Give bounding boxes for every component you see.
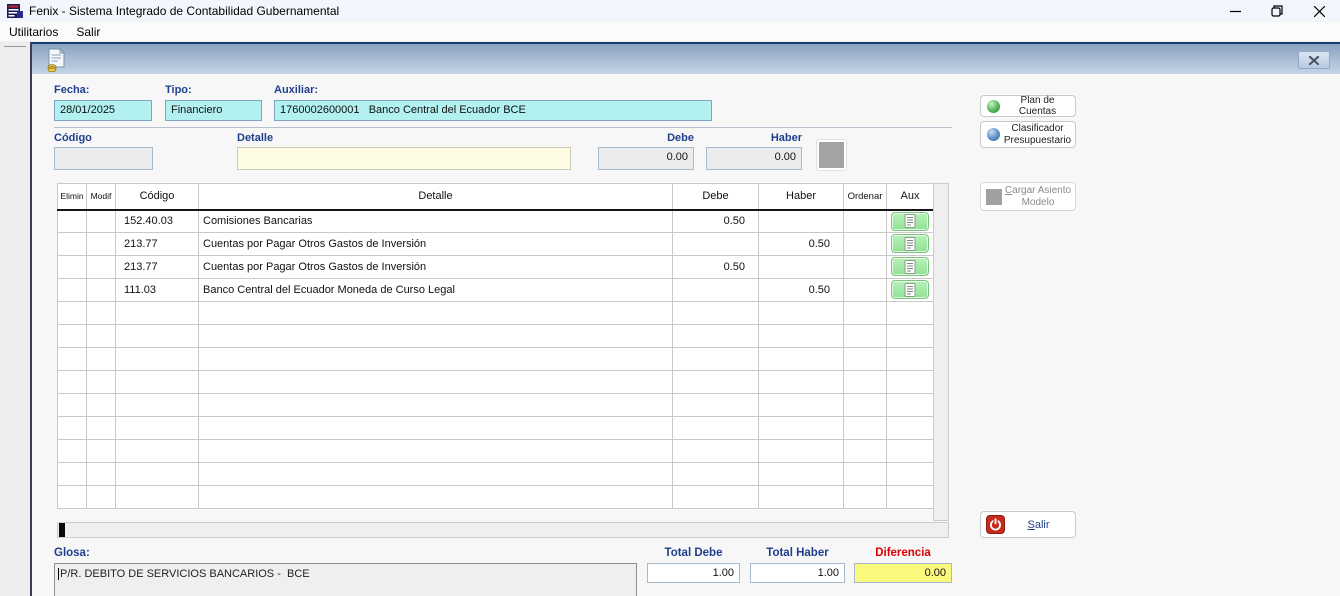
col-ordenar: Ordenar (844, 184, 887, 210)
fecha-label: Fecha: (54, 84, 89, 96)
total-debe-label: Total Debe (647, 547, 740, 559)
fecha-input[interactable]: 28/01/2025 (54, 100, 152, 121)
total-haber-label: Total Haber (750, 547, 845, 559)
aux-button[interactable] (891, 234, 929, 253)
table-row: 213.77Cuentas por Pagar Otros Gastos de … (58, 233, 934, 256)
codigo-label: Código (54, 132, 92, 144)
diferencia-value: 0.00 (854, 563, 952, 583)
plan-de-cuentas-button[interactable]: Plan de Cuentas (980, 95, 1076, 117)
cargar-line2: Modelo (1022, 197, 1055, 208)
form-header-band (32, 42, 1340, 74)
table-row-empty (58, 371, 934, 394)
tipo-label: Tipo: (165, 84, 192, 96)
minimize-icon (1230, 6, 1241, 17)
restore-button[interactable] (1256, 0, 1298, 22)
clasificador-presupuestario-button[interactable]: Clasificador Presupuestario (980, 121, 1076, 148)
grid-vertical-scrollbar[interactable] (933, 183, 949, 521)
clasificador-line2: Presupuestario (1004, 135, 1071, 146)
debe-label: Debe (598, 132, 694, 144)
aux-button[interactable] (891, 212, 929, 231)
table-row-empty (58, 302, 934, 325)
close-button[interactable] (1298, 0, 1340, 22)
table-row-empty (58, 486, 934, 509)
window-title: Fenix - Sistema Integrado de Contabilida… (29, 4, 339, 18)
aux-button[interactable] (891, 280, 929, 299)
clasificador-label: Clasificador Presupuestario (1003, 123, 1072, 146)
gray-square-icon (819, 142, 844, 168)
form-close-icon (1309, 56, 1319, 65)
table-row-empty (58, 417, 934, 440)
table-row-empty (58, 325, 934, 348)
col-debe: Debe (673, 184, 759, 210)
tipo-input[interactable]: Financiero (165, 100, 262, 121)
clasificador-line1: Clasificador (1011, 123, 1063, 134)
gray-square-icon (986, 189, 1002, 205)
document-coins-icon (46, 48, 68, 72)
auxiliar-label: Auxiliar: (274, 84, 318, 96)
entries-grid: Elimin Modif Código Detalle Debe Haber O… (57, 183, 934, 509)
diferencia-label: Diferencia (854, 547, 952, 559)
glosa-input[interactable]: P/R. DEBITO DE SERVICIOS BANCARIOS - BCE (54, 563, 637, 596)
collapsed-panel-handle (4, 46, 26, 47)
cargar-line1: argar Asiento (1012, 185, 1071, 196)
glosa-label: Glosa: (54, 547, 90, 559)
table-row-empty (58, 440, 934, 463)
asiento-form-window: Fecha: 28/01/2025 Tipo: Financiero Auxil… (30, 42, 1340, 596)
table-row-empty (58, 348, 934, 371)
app-icon (7, 3, 23, 19)
table-row: 152.40.03Comisiones Bancarias0.50 (58, 210, 934, 233)
total-debe-value: 1.00 (647, 563, 740, 583)
salir-accel: S (1027, 519, 1034, 531)
col-elimin: Elimin (58, 184, 87, 210)
add-entry-button[interactable] (816, 139, 847, 171)
scrollbar-thumb[interactable] (59, 523, 65, 537)
minimize-button[interactable] (1214, 0, 1256, 22)
menu-utilitarios[interactable]: Utilitarios (0, 23, 67, 41)
title-bar: Fenix - Sistema Integrado de Contabilida… (0, 0, 1340, 22)
application-window: Fenix - Sistema Integrado de Contabilida… (0, 0, 1340, 596)
power-icon (986, 515, 1005, 534)
cargar-asiento-modelo-button[interactable]: Cargar Asiento Modelo (980, 182, 1076, 211)
col-codigo: Código (116, 184, 199, 210)
codigo-input[interactable] (54, 147, 153, 170)
col-aux: Aux (887, 184, 934, 210)
form-close-button[interactable] (1298, 51, 1330, 69)
grid-horizontal-scrollbar[interactable] (57, 522, 949, 538)
mdi-area: Fecha: 28/01/2025 Tipo: Financiero Auxil… (0, 42, 1340, 596)
salir-button[interactable]: Salir (980, 511, 1076, 538)
detalle-input[interactable] (237, 147, 571, 170)
col-haber: Haber (759, 184, 844, 210)
debe-input[interactable]: 0.00 (598, 147, 694, 170)
aux-button[interactable] (891, 257, 929, 276)
green-sphere-icon (987, 100, 1000, 113)
plan-de-cuentas-label: Plan de Cuentas (1003, 95, 1072, 118)
auxiliar-input[interactable]: 1760002600001 Banco Central del Ecuador … (274, 100, 712, 121)
table-row: 111.03Banco Central del Ecuador Moneda d… (58, 279, 934, 302)
salir-rest: alir (1035, 519, 1050, 531)
left-strip (0, 42, 28, 596)
haber-input[interactable]: 0.00 (706, 147, 802, 170)
grid-header-row: Elimin Modif Código Detalle Debe Haber O… (58, 184, 934, 210)
col-detalle: Detalle (199, 184, 673, 210)
col-modif: Modif (87, 184, 116, 210)
menu-bar: Utilitarios Salir (0, 22, 1340, 42)
blue-sphere-icon (987, 128, 1000, 141)
table-row-empty (58, 463, 934, 486)
close-icon (1314, 6, 1325, 17)
glosa-value: P/R. DEBITO DE SERVICIOS BANCARIOS - BCE (60, 568, 310, 580)
restore-icon (1271, 5, 1283, 17)
table-row: 213.77Cuentas por Pagar Otros Gastos de … (58, 256, 934, 279)
text-cursor (58, 568, 59, 580)
haber-label: Haber (706, 132, 802, 144)
cargar-asiento-label: Cargar Asiento Modelo (1004, 185, 1072, 208)
detalle-label: Detalle (237, 132, 273, 144)
menu-salir[interactable]: Salir (67, 23, 109, 41)
table-row-empty (58, 394, 934, 417)
total-haber-value: 1.00 (750, 563, 845, 583)
salir-label: Salir (1005, 519, 1072, 531)
separator-line (54, 127, 952, 128)
